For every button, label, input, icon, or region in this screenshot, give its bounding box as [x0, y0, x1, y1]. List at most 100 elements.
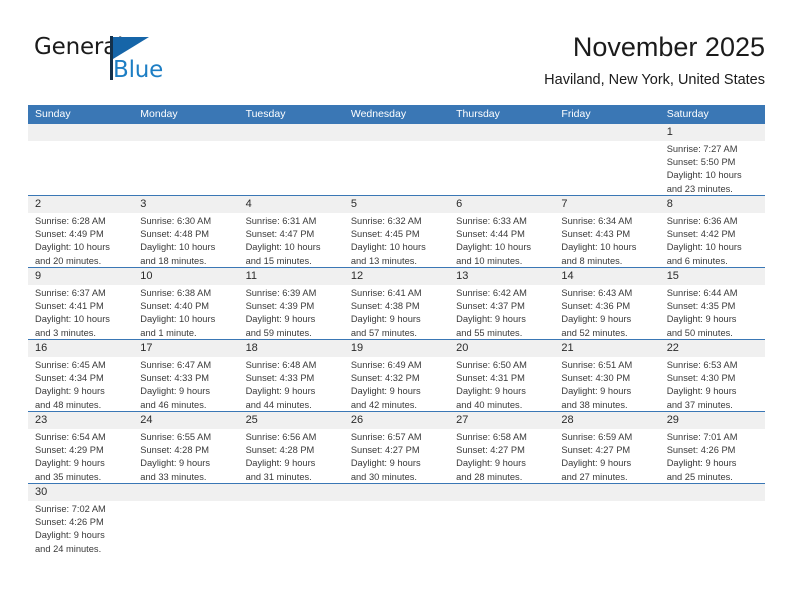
day-cell-empty	[449, 501, 554, 555]
day-cell-details: Sunrise: 6:42 AM Sunset: 4:37 PM Daylight:…	[449, 285, 554, 339]
day-number[interactable]: 13	[449, 268, 554, 285]
day-detail-line: Sunset: 4:32 PM	[350, 373, 420, 384]
day-number[interactable]: 22	[660, 340, 765, 357]
day-detail-line: Sunrise: 6:57 AM	[350, 432, 422, 442]
day-number[interactable]: 1	[660, 124, 765, 141]
day-number-empty	[133, 484, 238, 501]
day-cell-details: Sunrise: 6:44 AM Sunset: 4:35 PM Daylight:…	[660, 285, 765, 339]
day-detail-line: and 57 minutes.	[350, 327, 417, 338]
day-number[interactable]: 25	[239, 412, 344, 429]
day-cell-empty	[554, 501, 659, 555]
day-number-empty	[449, 484, 554, 501]
day-detail-line: and 27 minutes.	[561, 471, 628, 482]
day-detail-line: Daylight: 9 hours	[35, 386, 105, 397]
day-detail-line: Sunrise: 6:50 AM	[456, 360, 527, 370]
day-number[interactable]: 9	[28, 268, 133, 285]
day-number[interactable]: 30	[28, 484, 133, 501]
day-cell-details: Sunrise: 6:51 AM Sunset: 4:30 PM Daylight:…	[554, 357, 659, 411]
logo-flag-icon	[113, 37, 149, 59]
day-number[interactable]: 7	[554, 196, 659, 213]
day-cell-empty	[554, 141, 659, 195]
day-number[interactable]: 11	[239, 268, 344, 285]
calendar-week-row: 1 Sunrise: 7:27 AM Sunset: 5:50 PM Daylight…	[28, 124, 765, 195]
day-number-band: 9 10 11 12 13 14 15	[28, 268, 765, 285]
weekday-header-row: Sunday Monday Tuesday Wednesday Thursday Frid…	[28, 105, 765, 124]
day-detail-line: Sunset: 4:27 PM	[456, 445, 525, 456]
day-detail-line: and 31 minutes.	[245, 471, 312, 482]
day-detail-line: Sunrise: 6:44 AM	[666, 288, 738, 298]
day-number-band: 30	[28, 484, 765, 501]
day-number[interactable]: 3	[133, 196, 238, 213]
day-detail-line: Sunrise: 6:54 AM	[35, 432, 106, 442]
day-detail-line: Daylight: 9 hours	[140, 386, 211, 397]
day-detail-line: Daylight: 9 hours	[561, 386, 632, 397]
day-detail-line: Daylight: 9 hours	[35, 530, 105, 541]
day-number[interactable]: 15	[660, 268, 765, 285]
day-detail-line: Sunset: 4:29 PM	[35, 445, 104, 456]
page-title: November 2025	[572, 32, 765, 62]
day-cell-details: Sunrise: 7:27 AM Sunset: 5:50 PM Daylight:…	[660, 141, 765, 195]
day-detail-line: Sunset: 4:44 PM	[456, 229, 525, 240]
day-detail-line: and 37 minutes.	[666, 399, 733, 410]
day-number[interactable]: 27	[449, 412, 554, 429]
day-cell-details: Sunrise: 6:47 AM Sunset: 4:33 PM Daylight:…	[133, 357, 238, 411]
day-detail-line: Sunset: 4:47 PM	[245, 229, 315, 240]
day-detail-line: Sunset: 4:41 PM	[35, 301, 104, 312]
day-cell-details: Sunrise: 6:58 AM Sunset: 4:27 PM Daylight:…	[449, 429, 554, 483]
day-detail-line: Sunset: 4:43 PM	[561, 229, 631, 240]
day-number[interactable]: 23	[28, 412, 133, 429]
day-number[interactable]: 17	[133, 340, 238, 357]
day-detail-line: Sunset: 4:35 PM	[666, 301, 736, 312]
day-detail-line: Sunrise: 6:33 AM	[456, 216, 527, 226]
day-number[interactable]: 4	[239, 196, 344, 213]
day-detail-line: Sunrise: 6:56 AM	[245, 432, 317, 442]
day-detail-line: Sunrise: 6:30 AM	[140, 216, 212, 226]
day-detail-line: Sunset: 4:40 PM	[140, 301, 210, 312]
day-number[interactable]: 8	[660, 196, 765, 213]
day-cell-details: Sunrise: 6:45 AM Sunset: 4:34 PM Daylight:…	[28, 357, 133, 411]
day-cell-details: Sunrise: 6:59 AM Sunset: 4:27 PM Daylight:…	[554, 429, 659, 483]
day-number[interactable]: 12	[344, 268, 449, 285]
day-number[interactable]: 21	[554, 340, 659, 357]
day-cell-details: Sunrise: 6:50 AM Sunset: 4:31 PM Daylight:…	[449, 357, 554, 411]
day-number[interactable]: 29	[660, 412, 765, 429]
day-number[interactable]: 18	[239, 340, 344, 357]
day-detail-line: Sunset: 4:26 PM	[666, 445, 736, 456]
day-cell-details: Sunrise: 6:57 AM Sunset: 4:27 PM Daylight:…	[344, 429, 449, 483]
general-blue-logo[interactable]: General Blue	[34, 34, 234, 94]
day-number[interactable]: 10	[133, 268, 238, 285]
day-number[interactable]: 28	[554, 412, 659, 429]
day-detail-line: Sunset: 4:31 PM	[456, 373, 525, 384]
page-subtitle: Haviland, New York, United States	[544, 72, 765, 88]
day-detail-line: Sunrise: 6:39 AM	[245, 288, 317, 298]
day-detail-line: Daylight: 9 hours	[245, 458, 316, 469]
day-number[interactable]: 24	[133, 412, 238, 429]
day-detail-line: Daylight: 10 hours	[35, 242, 110, 253]
day-number-empty	[133, 124, 238, 141]
day-number[interactable]: 26	[344, 412, 449, 429]
calendar-week-row: 9 10 11 12 13 14 15 Sunrise: 6:37 AM Sunset: 4:4…	[28, 267, 765, 339]
day-number-empty	[344, 484, 449, 501]
logo-text-blue: Blue	[113, 57, 164, 83]
day-number[interactable]: 2	[28, 196, 133, 213]
day-detail-line: and 55 minutes.	[456, 327, 523, 338]
day-number[interactable]: 20	[449, 340, 554, 357]
day-detail-line: Sunrise: 6:42 AM	[456, 288, 527, 298]
calendar-week-row: 16 17 18 19 20 21 22 Sunrise: 6:45 AM Sunset: 4:…	[28, 339, 765, 411]
day-number[interactable]: 5	[344, 196, 449, 213]
day-number[interactable]: 6	[449, 196, 554, 213]
day-detail-line: Sunset: 4:33 PM	[245, 373, 315, 384]
day-number[interactable]: 16	[28, 340, 133, 357]
day-detail-line: Sunrise: 6:47 AM	[140, 360, 212, 370]
day-detail-line: and 30 minutes.	[350, 471, 417, 482]
day-detail-line: and 8 minutes.	[561, 255, 623, 266]
day-detail-line: and 28 minutes.	[456, 471, 523, 482]
day-detail-line: Sunrise: 7:27 AM	[666, 144, 738, 154]
day-number[interactable]: 14	[554, 268, 659, 285]
day-detail-line: Sunrise: 6:59 AM	[561, 432, 633, 442]
calendar-week-row: 30 Sunrise: 7:02 AM Sunset: 4:26 PM Dayligh…	[28, 483, 765, 555]
day-detail-line: and 25 minutes.	[666, 471, 733, 482]
day-cell-empty	[239, 501, 344, 555]
day-number[interactable]: 19	[344, 340, 449, 357]
day-detail-line: Sunrise: 6:32 AM	[350, 216, 422, 226]
